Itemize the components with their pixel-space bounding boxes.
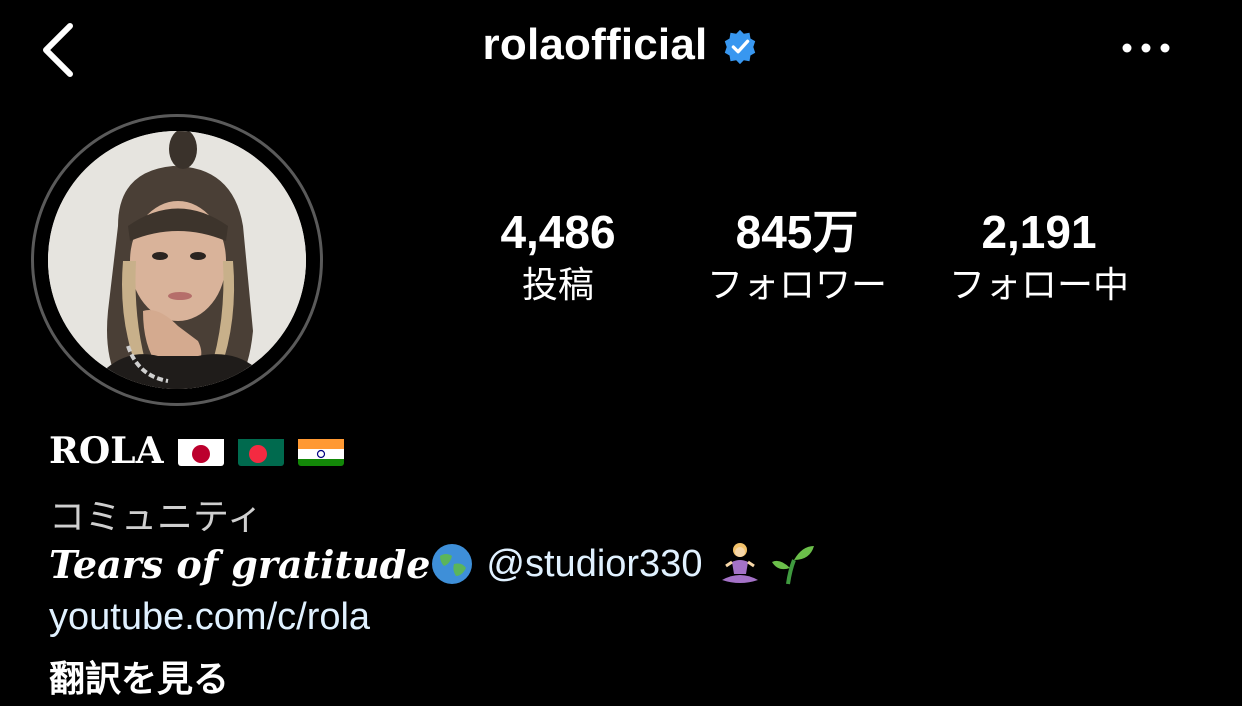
bio-mention-link[interactable]: @studior330 xyxy=(486,543,702,586)
see-translation-button[interactable]: 翻訳を見る xyxy=(49,650,229,702)
profile-category: コミュニティ xyxy=(49,497,263,538)
more-horizontal-icon xyxy=(1122,43,1170,53)
verified-badge-icon xyxy=(725,29,756,65)
bangladesh-flag-icon xyxy=(237,436,284,466)
profile-display-name: ROLA xyxy=(49,430,344,472)
stat-followers[interactable]: 845万 フォロワー xyxy=(694,204,900,308)
profile-website-link[interactable]: youtube.com/c/rola xyxy=(49,596,370,639)
posts-label: 投稿 xyxy=(521,265,594,306)
bio-text: Tears of gratitude xyxy=(49,541,431,587)
profile-username: rolaofficial xyxy=(482,20,708,69)
followers-label: フォロワー xyxy=(706,265,887,306)
more-options-button[interactable] xyxy=(1116,28,1176,68)
following-label: フォロー中 xyxy=(948,265,1129,306)
japan-flag-icon xyxy=(177,436,224,466)
display-name-text: ROLA xyxy=(49,430,164,472)
avatar-photo xyxy=(48,131,306,389)
profile-avatar[interactable] xyxy=(31,114,323,406)
following-count: 2,191 xyxy=(981,206,1097,258)
globe-emoji-icon xyxy=(432,544,473,584)
posts-count: 4,486 xyxy=(500,206,616,258)
title-area: rolaofficial xyxy=(0,20,1242,70)
meditation-emoji-icon xyxy=(722,543,759,583)
stat-posts[interactable]: 4,486 投稿 xyxy=(480,204,636,308)
stat-following[interactable]: 2,191 フォロー中 xyxy=(934,204,1144,308)
india-flag-icon xyxy=(297,436,344,466)
top-bar: rolaofficial xyxy=(0,0,1242,96)
seedling-emoji-icon xyxy=(772,546,815,585)
bio-description: Tears of gratitude @studior330 xyxy=(49,540,816,588)
followers-count: 845万 xyxy=(735,206,859,258)
